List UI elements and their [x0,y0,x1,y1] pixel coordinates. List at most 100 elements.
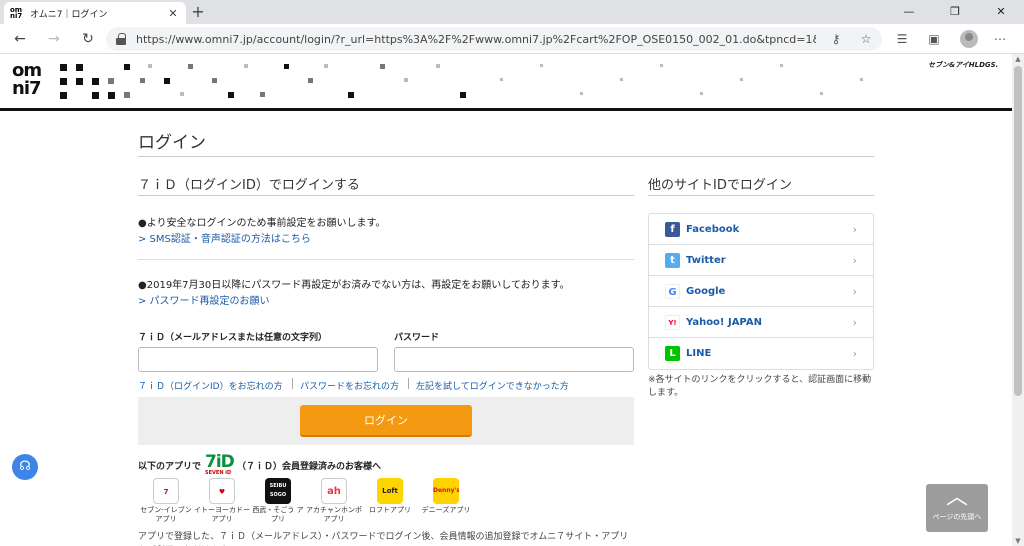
app-ito-yokado[interactable]: ♥ イトーヨーカドー アプリ [194,478,250,524]
app-label: デニーズアプリ [421,506,471,514]
login-line[interactable]: L LINE › [649,338,873,369]
logo-bottom: ni7 [12,78,42,99]
app-label: アカチャンホンポ アプリ [306,506,362,523]
ito-yokado-icon: ♥ [209,478,235,504]
site-header: om ni7 セブン&アイHLDGS. [0,54,1012,111]
other-login-divider [648,195,874,196]
forgot-id-link[interactable]: ７ｉＤ（ログインID）をお忘れの方 [138,379,283,392]
scroll-thumb[interactable] [1014,66,1022,396]
close-window-button[interactable]: ✕ [978,0,1024,24]
title-divider [138,156,874,157]
new-tab-button[interactable]: + [190,2,206,22]
sms-auth-link[interactable]: > SMS認証・音声認証の方法はこちら [138,230,311,245]
login-button[interactable]: ログイン [300,405,472,437]
twitter-icon: t [665,252,680,268]
chevron-right-icon: › [852,347,857,360]
profile-avatar[interactable] [960,30,978,48]
sns-login-list: f Facebook › t Twitter › G Google › Y! Y… [648,213,874,370]
app-seibu-sogo[interactable]: SEIBU SOGO 西武・そごう アプリ [250,478,306,524]
dennys-icon: Denny's [433,478,459,504]
7id-input[interactable] [138,347,378,372]
akachan-honpo-icon: ah [321,478,347,504]
app-label: 西武・そごう アプリ [252,506,304,523]
notice-security: ●より安全なログインのため事前設定をお願いします。 [138,218,386,229]
page-viewport: om ni7 セブン&アイHLDGS. ログイン ７ｉＤ（ログインID）でログイ… [0,54,1012,546]
line-icon: L [665,346,680,361]
link-separator [292,378,293,389]
close-tab-icon[interactable]: ✕ [166,7,180,20]
lock-icon [116,33,126,45]
arrow-up-icon: ︿ [945,485,968,510]
seibu-sogo-icon: SEIBU SOGO [265,478,291,504]
app-label: セブン-イレブン アプリ [140,506,192,523]
favorite-star-icon[interactable]: ☆ [858,31,874,47]
vertical-scrollbar[interactable]: ▲ ▼ [1012,54,1024,546]
apps-caption: 以下のアプリで 7iD SEVEN iD （７ｉＤ）会員登録済みのお客様へ [138,452,381,476]
chevron-right-icon: › [852,316,857,329]
minimize-button[interactable]: — [886,0,932,24]
seven-i-holdings-logo[interactable]: セブン&アイHLDGS. [928,60,1008,72]
scroll-up-icon[interactable]: ▲ [1012,54,1024,64]
cannot-login-link[interactable]: 左記を試してログインできなかった方 [416,379,569,392]
facebook-icon: f [665,221,680,237]
page-top-label: ページの先頭へ [932,513,982,521]
notice-divider [138,259,634,260]
support-headset-icon[interactable]: ☊ [12,454,38,480]
sns-label: Facebook [686,223,740,235]
forgot-password-link[interactable]: パスワードをお忘れの方 [300,379,399,392]
restore-button[interactable]: ❐ [932,0,978,24]
google-icon: G [665,283,680,299]
app-seven-eleven[interactable]: 7 セブン-イレブン アプリ [138,478,194,524]
seven-id-logo-mark: 7iD [205,452,235,472]
seven-id-logo: 7iD SEVEN iD [205,452,235,476]
page-top-button[interactable]: ︿ ページの先頭へ [926,484,988,532]
id-field-label: ７ｉＤ（メールアドレスまたは任意の文字列） [138,333,328,343]
sns-label: LINE [686,348,712,359]
seven-id-logo-text: SEVEN iD [205,470,232,476]
chevron-right-icon: › [852,285,857,298]
scroll-down-icon[interactable]: ▼ [1012,536,1024,546]
sns-label: Yahoo! JAPAN [686,316,762,328]
address-bar[interactable]: https://www.omni7.jp/account/login/?r_ur… [106,27,882,51]
omni7-favicon-icon: om ni7 [10,6,23,20]
more-menu-icon[interactable]: ⋯ [992,31,1008,47]
other-login-title: 他のサイトIDでログイン [648,178,792,193]
app-label: ロフトアプリ [369,506,411,514]
notice-password: ●2019年7月30日以降にパスワード再設定がお済みでない方は、再設定をお願いし… [138,280,570,291]
browser-toolbar: ← → ↻ https://www.omni7.jp/account/login… [0,24,1024,54]
yahoo-icon: Y! [665,314,680,330]
back-icon[interactable]: ← [10,29,30,49]
password-input[interactable] [394,347,634,372]
app-loft[interactable]: Loft ロフトアプリ [362,478,418,515]
seven-eleven-icon: 7 [153,478,179,504]
login-twitter[interactable]: t Twitter › [649,245,873,276]
section-7id-title: ７ｉＤ（ログインID）でログインする [138,178,360,193]
header-pixel-pattern [60,64,863,99]
password-reset-request-link[interactable]: > パスワード再設定のお願い [138,292,270,307]
login-facebook[interactable]: f Facebook › [649,214,873,245]
app-label: イトーヨーカドー アプリ [194,506,250,523]
section-7id-divider [138,195,634,196]
sns-label: Google [686,285,726,297]
forward-icon[interactable]: → [44,29,64,49]
link-separator [408,378,409,389]
browser-tab[interactable]: om ni7 オムニ7｜ログイン ✕ [4,2,186,24]
loft-icon: Loft [377,478,403,504]
password-field-label: パスワード [394,333,440,343]
refresh-icon[interactable]: ↻ [78,29,98,49]
login-yahoo[interactable]: Y! Yahoo! JAPAN › [649,307,873,338]
login-google[interactable]: G Google › [649,276,873,307]
app-akachan-honpo[interactable]: ah アカチャンホンポ アプリ [306,478,362,524]
sns-label: Twitter [686,254,726,266]
key-icon[interactable]: ⚷ [828,31,844,47]
url-text[interactable]: https://www.omni7.jp/account/login/?r_ur… [136,33,816,46]
tab-title: オムニ7｜ログイン [30,9,108,20]
app-dennys[interactable]: Denny's デニーズアプリ [418,478,474,515]
apps-description: アプリで登録した、７ｉＤ（メールアドレス）・パスワードでログイン後、会員情報の追… [138,532,629,542]
page-title: ログイン [138,133,206,153]
collections-icon[interactable]: ▣ [926,31,942,47]
chevron-right-icon: › [852,254,857,267]
favorites-icon[interactable]: ☰ [894,31,910,47]
omni7-logo[interactable]: om ni7 [12,62,54,100]
chevron-right-icon: › [852,223,857,236]
